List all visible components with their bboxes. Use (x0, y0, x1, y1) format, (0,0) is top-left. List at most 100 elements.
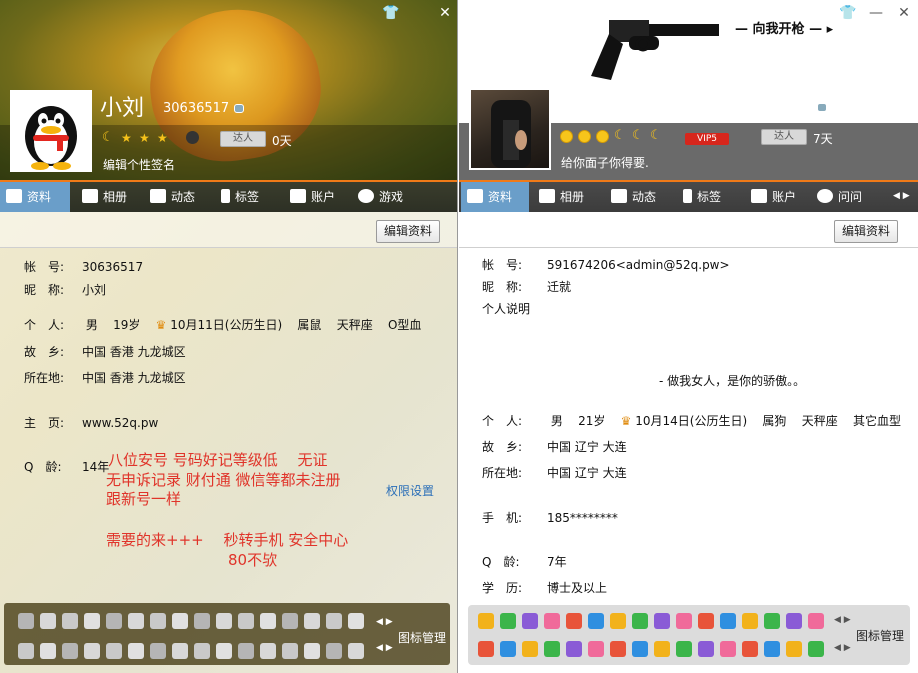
badge-icon[interactable] (500, 641, 516, 657)
badge-icon[interactable] (348, 613, 364, 629)
badge-icon[interactable] (632, 641, 648, 657)
badge-icon[interactable] (282, 613, 298, 629)
badge-icon[interactable] (478, 613, 494, 629)
badge-icon[interactable] (106, 613, 122, 629)
badge-icon[interactable] (282, 643, 298, 659)
badge-icon[interactable] (566, 641, 582, 657)
badge-icon[interactable] (348, 643, 364, 659)
badge-icon[interactable] (172, 643, 188, 659)
badge-icon[interactable] (698, 613, 714, 629)
badge-icon[interactable] (238, 613, 254, 629)
badge-icon[interactable] (764, 613, 780, 629)
badge-icon[interactable] (588, 641, 604, 657)
badge-icon[interactable] (654, 641, 670, 657)
tab-games[interactable]: 游戏 (352, 182, 420, 212)
badge-icon[interactable] (544, 641, 560, 657)
close-icon[interactable]: ✕ (895, 4, 913, 22)
badge-icon[interactable] (676, 641, 692, 657)
badge-icon[interactable] (544, 613, 560, 629)
badge-icon[interactable] (62, 643, 78, 659)
badge-icon[interactable] (216, 613, 232, 629)
badge-icon[interactable] (676, 613, 692, 629)
badge-icon[interactable] (18, 613, 34, 629)
badge-icon[interactable] (62, 613, 78, 629)
badge-icon[interactable] (764, 641, 780, 657)
sun-level-icon (596, 130, 609, 143)
badge-icon[interactable] (522, 641, 538, 657)
badge-icon[interactable] (194, 613, 210, 629)
badge-icon[interactable] (150, 643, 166, 659)
skin-icon[interactable]: 👕 (839, 4, 857, 22)
badge-icon[interactable] (720, 641, 736, 657)
signature[interactable]: 给你面子你得要. (561, 154, 649, 171)
tab-feed[interactable]: 动态 (605, 182, 673, 212)
badge-icon[interactable] (326, 643, 342, 659)
badge-icon[interactable] (742, 613, 758, 629)
badge-icon[interactable] (500, 613, 516, 629)
edit-profile-button[interactable]: 编辑资料 (376, 220, 440, 243)
badge-icon[interactable] (326, 613, 342, 629)
icon-scroll-arrows[interactable]: ◀ ▶ (376, 617, 393, 627)
edit-profile-button[interactable]: 编辑资料 (834, 220, 898, 243)
badge-icon[interactable] (304, 613, 320, 629)
badge-icon[interactable] (808, 613, 824, 629)
badge-icon[interactable] (742, 641, 758, 657)
badge-icon[interactable] (18, 643, 34, 659)
permission-settings-link[interactable]: 权限设置 (386, 482, 434, 499)
email-icon[interactable] (234, 104, 244, 113)
badge-icon[interactable] (654, 613, 670, 629)
badge-icon[interactable] (478, 641, 494, 657)
tab-ask[interactable]: 问问 (811, 182, 879, 212)
tab-profile[interactable]: 资料 (461, 182, 529, 212)
minimize-icon[interactable]: — (867, 4, 885, 22)
badge-icon[interactable] (260, 643, 276, 659)
badge-icon[interactable] (786, 641, 802, 657)
badge-icon[interactable] (40, 613, 56, 629)
badge-icon[interactable] (698, 641, 714, 657)
badge-icon[interactable] (106, 643, 122, 659)
badge-icon[interactable] (194, 643, 210, 659)
icon-manage-button[interactable]: 图标管理 (856, 627, 904, 644)
tab-feed[interactable]: 动态 (144, 182, 212, 212)
signature[interactable]: 编辑个性签名 (103, 156, 175, 173)
icon-scroll-arrows[interactable]: ◀ ▶ (834, 615, 851, 625)
badge-icon[interactable] (172, 613, 188, 629)
badge-icon[interactable] (216, 643, 232, 659)
left-profile-window: 👕 ✕ 小刘 30636517 ☾ ★ ★ ★ 达人 0天 编辑个性签名 资料 … (0, 0, 458, 673)
tab-tags[interactable]: 标签 (677, 182, 745, 212)
badge-icon[interactable] (588, 613, 604, 629)
tab-album[interactable]: 相册 (533, 182, 601, 212)
badge-icon[interactable] (84, 643, 100, 659)
badge-icon[interactable] (84, 613, 100, 629)
tab-account[interactable]: 账户 (745, 182, 813, 212)
badge-icon[interactable] (150, 613, 166, 629)
badge-icon[interactable] (40, 643, 56, 659)
badge-icon[interactable] (808, 641, 824, 657)
badge-icon[interactable] (238, 643, 254, 659)
email-icon[interactable] (817, 103, 827, 112)
badge-icon[interactable] (610, 641, 626, 657)
badge-icon[interactable] (304, 643, 320, 659)
badge-icon[interactable] (128, 643, 144, 659)
vip-badge[interactable]: VIP5 (685, 133, 729, 145)
badge-icon[interactable] (260, 613, 276, 629)
tab-tags[interactable]: 标签 (215, 182, 283, 212)
icon-scroll-arrows[interactable]: ◀ ▶ (834, 643, 851, 653)
tab-album[interactable]: 相册 (76, 182, 144, 212)
badge-icon[interactable] (610, 613, 626, 629)
tab-account[interactable]: 账户 (284, 182, 352, 212)
tab-scroll-arrows[interactable]: ◀ ▶ (893, 191, 910, 201)
badge-icon[interactable] (566, 613, 582, 629)
icon-manage-button[interactable]: 图标管理 (398, 629, 446, 646)
avatar[interactable] (469, 88, 551, 170)
avatar[interactable] (10, 90, 92, 172)
badge-icon[interactable] (128, 613, 144, 629)
close-icon[interactable]: ✕ (436, 4, 454, 22)
icon-scroll-arrows[interactable]: ◀ ▶ (376, 643, 393, 653)
badge-icon[interactable] (522, 613, 538, 629)
badge-icon[interactable] (720, 613, 736, 629)
badge-icon[interactable] (632, 613, 648, 629)
tab-profile[interactable]: 资料 (0, 182, 70, 212)
skin-icon[interactable]: 👕 (382, 4, 400, 22)
badge-icon[interactable] (786, 613, 802, 629)
